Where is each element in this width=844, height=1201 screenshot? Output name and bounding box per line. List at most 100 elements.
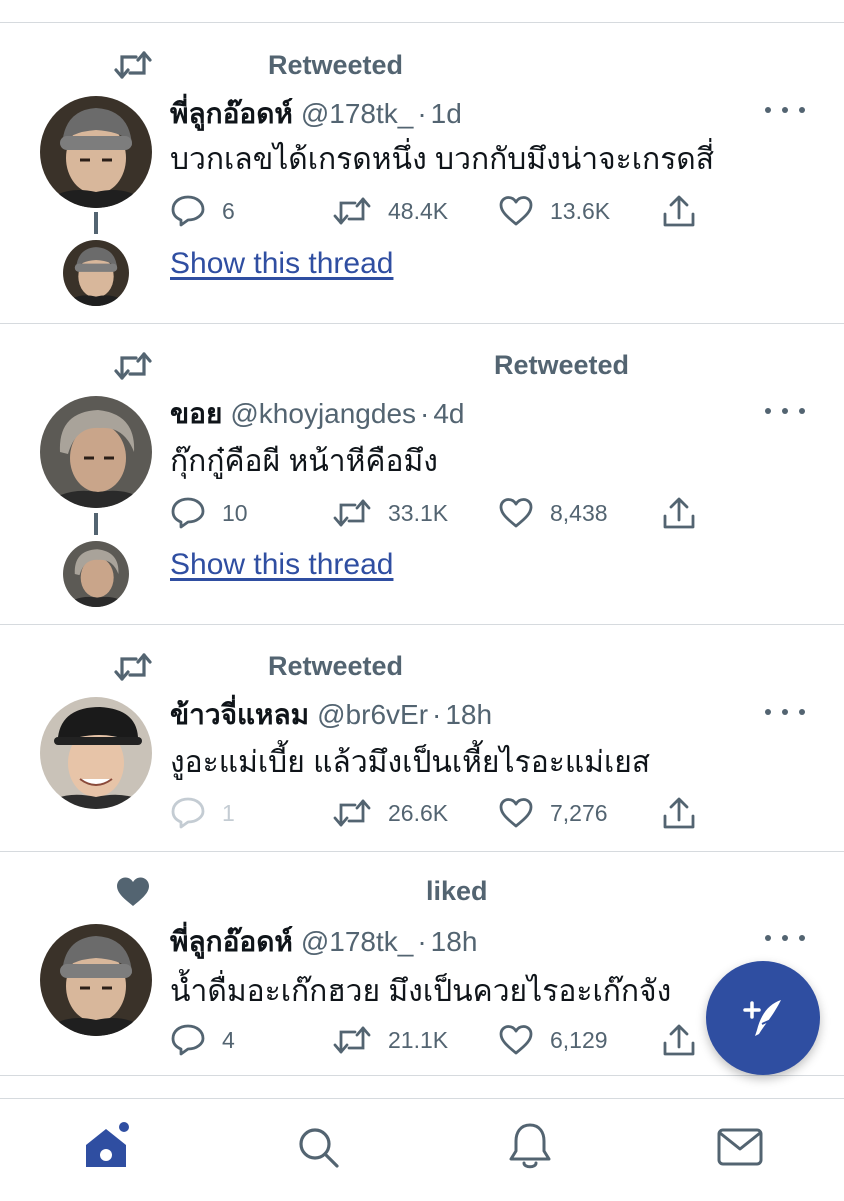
tab-home[interactable] bbox=[78, 1117, 138, 1177]
retweet-count: 26.6K bbox=[388, 799, 449, 826]
avatar[interactable] bbox=[40, 924, 152, 1036]
display-name[interactable]: ขอย bbox=[170, 392, 222, 436]
compose-tweet-icon bbox=[743, 1000, 781, 1036]
reply-icon bbox=[171, 195, 205, 227]
reply-button[interactable]: 6 bbox=[170, 191, 235, 231]
separator-dot: · bbox=[432, 699, 442, 730]
timestamp[interactable]: 18h bbox=[431, 926, 478, 958]
tweet-actions: 6 48.4K 13.6K bbox=[170, 191, 730, 231]
tweet-header: ข้าวจี่แหลม @br6vEr · 18h bbox=[170, 693, 492, 733]
user-handle[interactable]: @br6vEr bbox=[317, 699, 428, 731]
heart-icon bbox=[499, 498, 533, 528]
liked-label: liked bbox=[426, 876, 488, 906]
show-thread-link[interactable]: Show this thread bbox=[170, 247, 393, 281]
avatar[interactable] bbox=[40, 697, 152, 809]
share-button[interactable] bbox=[662, 1020, 696, 1060]
thread-avatar[interactable] bbox=[63, 240, 129, 306]
share-button[interactable] bbox=[662, 793, 696, 833]
compose-tweet-button[interactable] bbox=[706, 961, 820, 1075]
retweeted-label: Retweeted bbox=[268, 50, 404, 80]
more-icon[interactable] bbox=[765, 702, 805, 722]
retweet-icon bbox=[333, 1026, 371, 1054]
reply-count: 4 bbox=[222, 1026, 235, 1053]
retweet-count: 33.1K bbox=[388, 499, 449, 526]
retweet-button[interactable]: 33.1K bbox=[332, 493, 448, 533]
bottom-tab-bar bbox=[0, 1098, 844, 1201]
reply-button[interactable]: 10 bbox=[170, 493, 248, 533]
share-icon bbox=[663, 195, 695, 227]
like-count: 8,438 bbox=[550, 499, 608, 526]
avatar[interactable] bbox=[40, 96, 152, 208]
share-icon bbox=[663, 1024, 695, 1056]
retweeted-label: Retweeted bbox=[268, 651, 404, 681]
top-divider bbox=[0, 0, 844, 23]
like-count: 6,129 bbox=[550, 1026, 608, 1053]
thread-line bbox=[94, 212, 98, 234]
user-handle[interactable]: @178tk_ bbox=[301, 98, 414, 130]
home-icon bbox=[86, 1122, 129, 1167]
like-button[interactable]: 8,438 bbox=[498, 493, 608, 533]
heart-icon bbox=[499, 798, 533, 828]
retweet-icon bbox=[333, 197, 371, 225]
search-icon bbox=[299, 1128, 339, 1168]
tab-search[interactable] bbox=[288, 1117, 348, 1177]
timestamp[interactable]: 1d bbox=[431, 98, 462, 130]
retweet-icon bbox=[112, 346, 154, 386]
separator-dot: · bbox=[420, 398, 430, 429]
reply-button[interactable]: 4 bbox=[170, 1020, 235, 1060]
like-button[interactable]: 6,129 bbox=[498, 1020, 608, 1060]
tweet-actions: 1 26.6K 7,276 bbox=[170, 793, 730, 833]
retweet-icon bbox=[112, 45, 154, 85]
separator-dot: · bbox=[417, 926, 427, 957]
reply-count: 1 bbox=[222, 799, 235, 826]
like-button[interactable]: 13.6K bbox=[498, 191, 610, 231]
show-thread-link[interactable]: Show this thread bbox=[170, 548, 393, 582]
tweet-text: น้ำดื่มอะเก๊กฮวย มึงเป็นควยไรอะเก๊กจัง bbox=[170, 975, 672, 1008]
retweet-button[interactable]: 48.4K bbox=[332, 191, 448, 231]
reply-icon bbox=[171, 497, 205, 529]
share-icon bbox=[663, 797, 695, 829]
tweet-actions: 4 21.1K 6,129 bbox=[170, 1020, 730, 1060]
heart-icon bbox=[112, 872, 154, 912]
more-icon[interactable] bbox=[765, 401, 805, 421]
retweet-count: 21.1K bbox=[388, 1026, 449, 1053]
display-name[interactable]: ข้าวจี่แหลม bbox=[170, 693, 309, 737]
tweet-text: บวกเลขได้เกรดหนึ่ง บวกกับมึงน่าจะเกรดสี่ bbox=[170, 143, 715, 176]
tab-notifications[interactable] bbox=[500, 1117, 560, 1177]
retweet-icon bbox=[112, 647, 154, 687]
retweeted-label: Retweeted bbox=[494, 350, 630, 380]
tweet-text: กุ๊กกู๋คือผี หน้าหีคือมึง bbox=[170, 445, 438, 478]
tweet-header: พี่ลูกอ๊อดห์ @178tk_ · 18h bbox=[170, 920, 477, 960]
heart-icon bbox=[499, 196, 533, 226]
like-count: 7,276 bbox=[550, 799, 608, 826]
retweet-icon bbox=[333, 799, 371, 827]
tweet-card[interactable]: Retweeted ข้าวจี่แหลม @br6vEr · 18h งูอะ… bbox=[0, 625, 844, 852]
separator-dot: · bbox=[417, 98, 427, 129]
display-name[interactable]: พี่ลูกอ๊อดห์ bbox=[170, 920, 293, 964]
avatar[interactable] bbox=[40, 396, 152, 508]
retweet-button[interactable]: 21.1K bbox=[332, 1020, 448, 1060]
reply-button[interactable]: 1 bbox=[170, 793, 235, 833]
retweet-button[interactable]: 26.6K bbox=[332, 793, 448, 833]
tweet-card[interactable]: Retweeted ขอย @khoyjangdes · 4d กุ๊กกู๋ค… bbox=[0, 324, 844, 625]
thread-avatar[interactable] bbox=[63, 541, 129, 607]
messages-icon bbox=[717, 1128, 763, 1166]
display-name[interactable]: พี่ลูกอ๊อดห์ bbox=[170, 92, 293, 136]
retweet-count: 48.4K bbox=[388, 197, 449, 224]
reply-icon bbox=[171, 1024, 205, 1056]
user-handle[interactable]: @khoyjangdes bbox=[230, 398, 416, 430]
more-icon[interactable] bbox=[765, 100, 805, 120]
share-button[interactable] bbox=[662, 493, 696, 533]
more-icon[interactable] bbox=[765, 928, 805, 948]
tweet-text: งูอะแม่เบี้ย แล้วมึงเป็นเหี้ยไรอะแม่เยส bbox=[170, 746, 651, 779]
tweet-card[interactable]: Retweeted พี่ลูกอ๊อดห์ @178tk_ · 1d บวกเ… bbox=[0, 22, 844, 324]
tab-messages[interactable] bbox=[710, 1117, 770, 1177]
tweet-header: พี่ลูกอ๊อดห์ @178tk_ · 1d bbox=[170, 92, 462, 132]
tweet-actions: 10 33.1K 8,438 bbox=[170, 493, 730, 533]
timestamp[interactable]: 18h bbox=[445, 699, 492, 731]
share-button[interactable] bbox=[662, 191, 696, 231]
user-handle[interactable]: @178tk_ bbox=[301, 926, 414, 958]
reply-count: 6 bbox=[222, 197, 235, 224]
timestamp[interactable]: 4d bbox=[433, 398, 464, 430]
like-button[interactable]: 7,276 bbox=[498, 793, 608, 833]
